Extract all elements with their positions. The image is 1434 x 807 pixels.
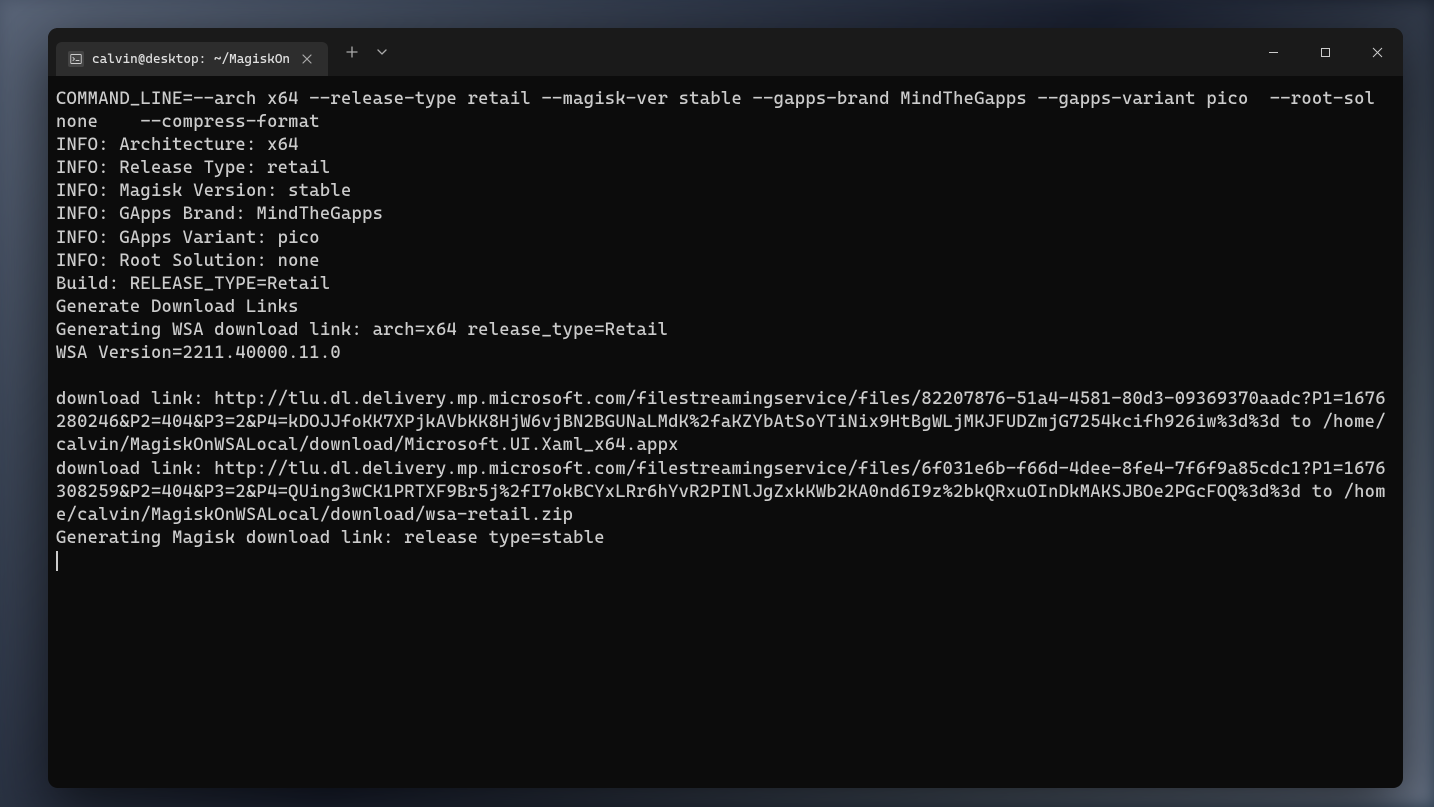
terminal-icon (68, 51, 84, 67)
terminal-line: Generate Download Links (56, 297, 299, 317)
terminal-window: calvin@desktop: ~/MagiskOn (48, 28, 1403, 788)
terminal-line: Build: RELEASE_TYPE=Retail (56, 274, 330, 294)
terminal-line: COMMAND_LINE=--arch x64 --release-type r… (56, 89, 1386, 132)
terminal-line: INFO: GApps Brand: MindTheGapps (56, 204, 383, 224)
terminal-line: download link: http://tlu.dl.delivery.mp… (56, 389, 1386, 455)
terminal-line: download link: http://tlu.dl.delivery.mp… (56, 459, 1386, 525)
maximize-button[interactable] (1299, 28, 1351, 76)
titlebar: calvin@desktop: ~/MagiskOn (48, 28, 1403, 76)
terminal-cursor (56, 551, 58, 571)
terminal-line: WSA Version=2211.40000.11.0 (56, 343, 341, 363)
tab-close-button[interactable] (298, 50, 316, 68)
terminal-line: INFO: Magisk Version: stable (56, 181, 352, 201)
terminal-line: INFO: GApps Variant: pico (56, 228, 320, 248)
tab-strip: calvin@desktop: ~/MagiskOn (48, 28, 396, 76)
terminal-line: Generating Magisk download link: release… (56, 528, 605, 548)
terminal-output[interactable]: COMMAND_LINE=--arch x64 --release-type r… (48, 76, 1403, 581)
minimize-button[interactable] (1247, 28, 1299, 76)
terminal-line: Generating WSA download link: arch=x64 r… (56, 320, 668, 340)
window-controls (1247, 28, 1403, 76)
tab-title: calvin@desktop: ~/MagiskOn (92, 52, 290, 67)
terminal-line: INFO: Release Type: retail (56, 158, 330, 178)
new-tab-button[interactable] (336, 36, 368, 68)
close-button[interactable] (1351, 28, 1403, 76)
tab-dropdown-button[interactable] (368, 36, 396, 68)
terminal-line: INFO: Architecture: x64 (56, 135, 299, 155)
tab-active[interactable]: calvin@desktop: ~/MagiskOn (56, 42, 328, 76)
terminal-line: INFO: Root Solution: none (56, 251, 320, 271)
